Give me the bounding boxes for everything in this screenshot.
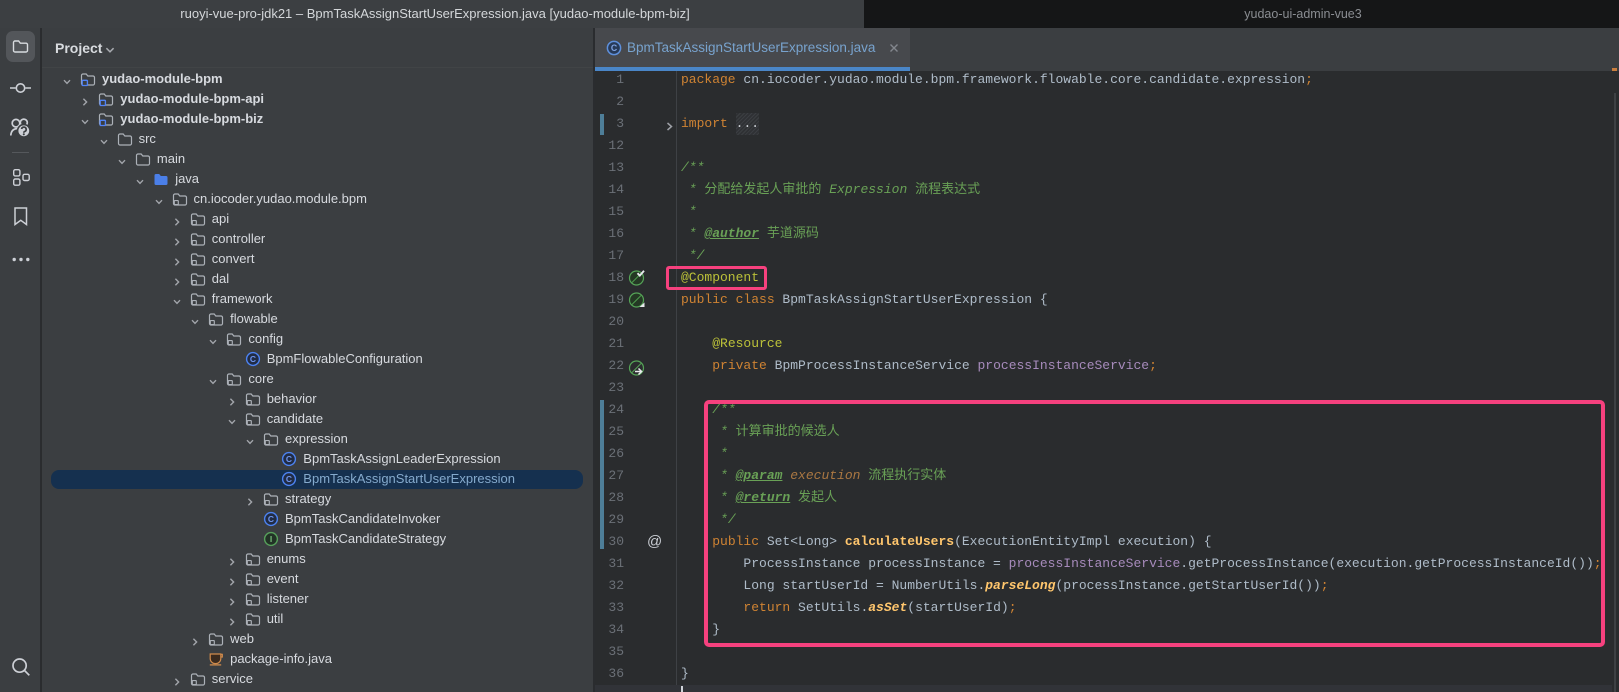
- svg-text:C: C: [250, 354, 256, 364]
- svg-text:C: C: [286, 454, 292, 464]
- svg-text:C: C: [268, 514, 274, 524]
- svg-text:C: C: [611, 43, 618, 53]
- svg-text:C: C: [286, 474, 292, 484]
- svg-text:I: I: [270, 534, 272, 544]
